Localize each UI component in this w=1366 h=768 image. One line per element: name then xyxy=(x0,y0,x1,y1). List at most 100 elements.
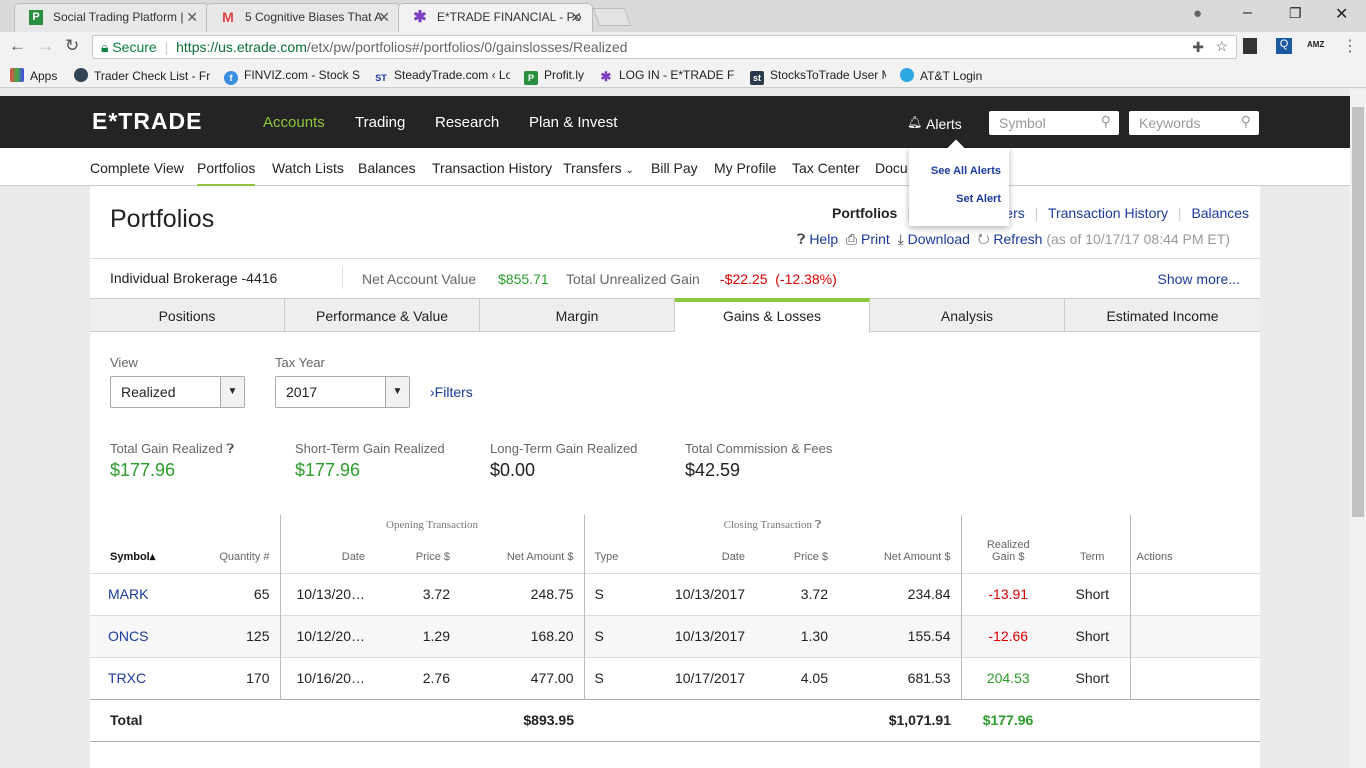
cell-term: Short xyxy=(1055,614,1130,657)
col-open-date[interactable]: Date xyxy=(279,515,375,573)
set-alert-link[interactable]: Set Alert xyxy=(956,193,1001,205)
att-icon xyxy=(900,68,914,82)
col-type[interactable]: Type xyxy=(583,515,640,573)
subnav-transaction-history[interactable]: Transaction History xyxy=(432,160,552,176)
tax-year-select[interactable]: 2017 ▼ xyxy=(275,376,410,408)
col-quantity[interactable]: Quantity # xyxy=(190,515,280,573)
cell-symbol[interactable]: TRXC xyxy=(90,656,190,699)
nav-accounts[interactable]: Accounts xyxy=(263,114,325,131)
keywords-search-input[interactable]: Keywords ⚲ xyxy=(1129,111,1259,135)
cell-symbol[interactable]: MARK xyxy=(90,572,190,615)
restore-icon[interactable]: ❐ xyxy=(1289,5,1302,22)
browser-tab-active[interactable]: ✱ E*TRADE FINANCIAL - Po ✕ xyxy=(398,3,593,32)
subnav-tax-center[interactable]: Tax Center xyxy=(792,160,860,176)
show-more-link[interactable]: Show more... xyxy=(1158,271,1240,287)
profile-icon[interactable]: ● xyxy=(1193,5,1202,22)
star-icon[interactable]: ☆ xyxy=(1215,38,1228,55)
nav-research[interactable]: Research xyxy=(435,114,499,131)
gmail-icon: M xyxy=(222,9,234,25)
link-transaction-history[interactable]: Transaction History xyxy=(1048,205,1168,221)
cell-close-date: 10/17/2017 xyxy=(640,656,755,699)
new-tab-button[interactable] xyxy=(592,8,632,26)
bookmark[interactable]: P Profit.ly xyxy=(524,68,584,85)
browser-tab[interactable]: M5 Cognitive Biases That A ✕ xyxy=(206,3,401,32)
bookmark[interactable]: ✱ LOG IN - E*TRADE FI xyxy=(599,68,735,84)
col-realized-gain[interactable]: Realized Gain $ xyxy=(960,515,1055,573)
back-icon[interactable]: ← xyxy=(9,36,26,56)
reload-icon[interactable]: ↻ xyxy=(65,36,79,56)
cell-realized-gain: 204.53 xyxy=(960,656,1055,699)
bookmark-icon xyxy=(74,68,88,82)
symbol-search-input[interactable]: Symbol ⚲ xyxy=(989,111,1119,135)
cell-close-net: 234.84 xyxy=(838,572,961,615)
tab-estimated-income[interactable]: Estimated Income xyxy=(1065,299,1260,332)
close-tab-icon[interactable]: ✕ xyxy=(378,9,390,26)
help-link[interactable]: Help xyxy=(809,231,838,247)
download-link[interactable]: Download xyxy=(908,231,970,247)
menu-icon[interactable]: ⋮ xyxy=(1342,36,1358,56)
subnav-documents[interactable]: Docu xyxy=(875,160,908,176)
subnav-my-profile[interactable]: My Profile xyxy=(714,160,776,176)
extension-icon[interactable] xyxy=(1243,38,1257,54)
tab-performance-value[interactable]: Performance & Value xyxy=(285,299,480,332)
cell-symbol[interactable]: ONCS xyxy=(90,614,190,657)
tab-positions[interactable]: Positions xyxy=(90,299,285,332)
minimize-icon[interactable]: – xyxy=(1243,4,1252,22)
alerts-button[interactable]: Alerts xyxy=(926,116,962,132)
subnav-balances[interactable]: Balances xyxy=(358,160,416,176)
refresh-link[interactable]: Refresh xyxy=(993,231,1042,247)
bookmark[interactable]: st StocksToTrade User M xyxy=(750,68,886,85)
page-scrollbar[interactable] xyxy=(1350,89,1366,768)
cell-open-date: 10/16/20… xyxy=(279,656,375,699)
col-close-net[interactable]: Net Amount $ xyxy=(838,515,961,573)
bookmark-apps[interactable]: Apps xyxy=(10,68,57,83)
bookmarks-bar: Apps Trader Check List - Fr f FINVIZ.com … xyxy=(0,62,1366,88)
col-open-price[interactable]: Price $ xyxy=(375,515,460,573)
cell-realized-gain: -12.66 xyxy=(960,614,1055,657)
col-term[interactable]: Term xyxy=(1055,515,1130,573)
page-actions: ❓︎ Help ⎙ Print ⤓ Download ↻ Refresh (as… xyxy=(797,231,1230,248)
extension-puzzle-icon[interactable]: ✚ xyxy=(1192,39,1204,56)
tab-margin[interactable]: Margin xyxy=(480,299,675,332)
bookmark[interactable]: AT&T Login xyxy=(900,68,982,83)
browser-tab[interactable]: P Social Trading Platform | ✕ xyxy=(14,3,209,32)
view-select[interactable]: Realized ▼ xyxy=(110,376,245,408)
tab-analysis[interactable]: Analysis xyxy=(870,299,1065,332)
forward-icon[interactable]: → xyxy=(37,36,54,56)
account-selector[interactable]: Individual Brokerage -4416 xyxy=(110,270,277,286)
close-tab-icon[interactable]: ✕ xyxy=(570,9,582,26)
cell-term: Short xyxy=(1055,656,1130,699)
link-balances[interactable]: Balances xyxy=(1191,205,1249,221)
subnav-watch-lists[interactable]: Watch Lists xyxy=(272,160,344,176)
filters-link[interactable]: ›Filters xyxy=(430,384,473,400)
commission-fees: $42.59 xyxy=(685,460,741,480)
bookmark[interactable]: f FINVIZ.com - Stock S xyxy=(224,68,360,85)
search-extension-icon[interactable]: Q xyxy=(1276,38,1292,54)
close-tab-icon[interactable]: ✕ xyxy=(186,9,198,26)
subnav-complete-view[interactable]: Complete View xyxy=(90,160,184,176)
amz-extension-icon[interactable]: AMZ xyxy=(1307,40,1324,49)
subnav-portfolios[interactable]: Portfolios xyxy=(197,160,256,188)
col-close-price[interactable]: Price $ xyxy=(755,515,838,573)
bookmark[interactable]: Trader Check List - Fr xyxy=(74,68,210,83)
col-open-net[interactable]: Net Amount $ xyxy=(460,515,584,573)
close-window-icon[interactable]: ✕ xyxy=(1335,4,1348,24)
short-term-gain: $177.96 xyxy=(295,460,361,480)
stockstotrade-icon: st xyxy=(750,71,764,85)
alerts-dropdown: See All Alerts Set Alert xyxy=(909,139,1009,226)
col-symbol[interactable]: Symbol▴ xyxy=(90,515,190,573)
profitly-icon: P xyxy=(29,10,43,25)
scrollbar-thumb[interactable] xyxy=(1352,107,1364,517)
etrade-logo[interactable]: E*TRADE xyxy=(92,108,203,135)
print-link[interactable]: Print xyxy=(861,231,890,247)
nav-plan-invest[interactable]: Plan & Invest xyxy=(529,114,617,131)
address-bar[interactable]: 🔒︎ Secure | https://us.etrade.com/etx/pw… xyxy=(92,35,1237,59)
link-portfolios: Portfolios xyxy=(832,205,898,221)
bookmark[interactable]: ST SteadyTrade.com ‹ Lo xyxy=(374,68,510,85)
col-close-date[interactable]: Date xyxy=(640,515,755,573)
tab-gains-losses[interactable]: Gains & Losses xyxy=(675,298,870,333)
subnav-transfers[interactable]: Transfers ⌄ xyxy=(563,160,634,176)
see-all-alerts-link[interactable]: See All Alerts xyxy=(931,165,1001,177)
subnav-bill-pay[interactable]: Bill Pay xyxy=(651,160,698,176)
nav-trading[interactable]: Trading xyxy=(355,114,405,131)
